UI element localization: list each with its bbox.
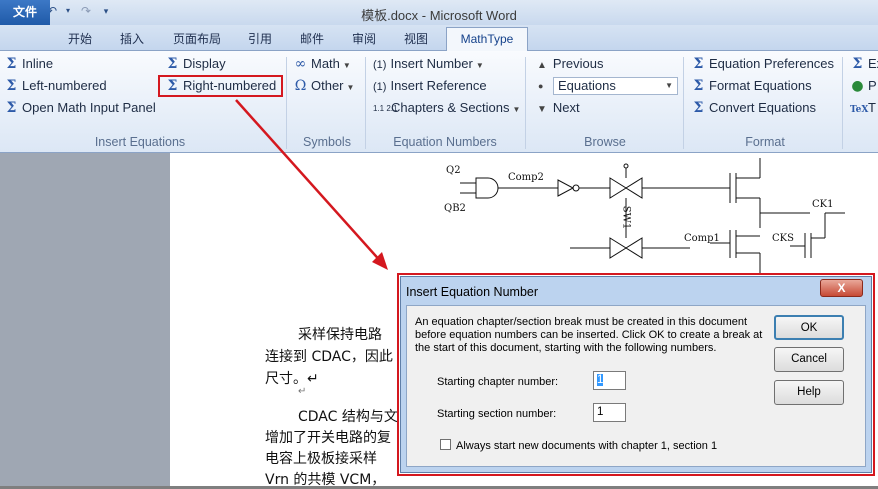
dialog-close-button[interactable]: X bbox=[820, 279, 863, 297]
dialog-message-line: the start of this document, starting wit… bbox=[415, 342, 717, 354]
always-start-label: Always start new documents with chapter … bbox=[456, 440, 718, 452]
help-button[interactable]: Help bbox=[774, 380, 844, 405]
cancel-button[interactable]: Cancel bbox=[774, 347, 844, 372]
starting-section-input[interactable]: 1 bbox=[593, 403, 626, 422]
starting-chapter-input[interactable]: 1 bbox=[593, 371, 626, 390]
starting-chapter-label: Starting chapter number: bbox=[437, 376, 559, 388]
dialog-title: Insert Equation Number bbox=[406, 285, 539, 299]
dialog-message-line: before equation numbers can be inserted.… bbox=[415, 329, 763, 341]
always-start-checkbox[interactable] bbox=[440, 439, 451, 450]
dialog-message-line: An equation chapter/section break must b… bbox=[415, 316, 748, 328]
starting-section-label: Starting section number: bbox=[437, 408, 557, 420]
ok-button[interactable]: OK bbox=[774, 315, 844, 340]
